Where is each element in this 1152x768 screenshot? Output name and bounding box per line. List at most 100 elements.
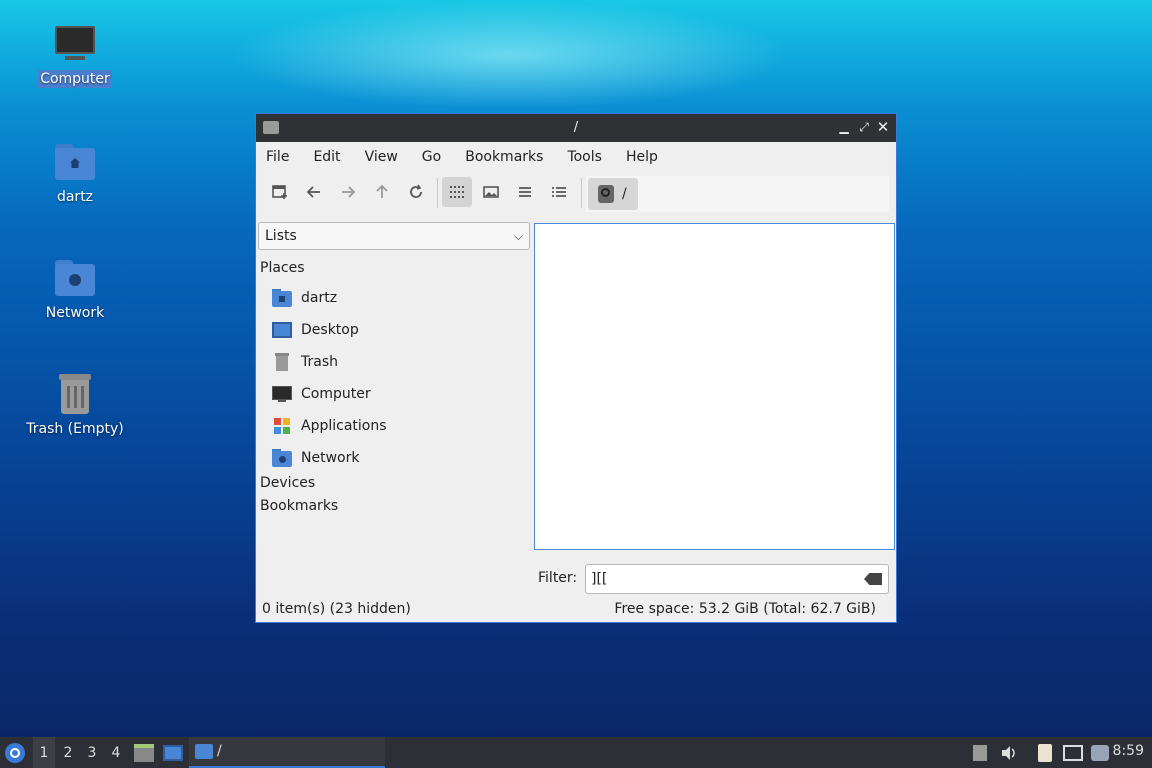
network-folder-icon [53,256,97,300]
clear-text-icon[interactable] [864,573,882,585]
home-folder-icon [53,140,97,184]
desktop-icon [163,744,183,761]
volume-button[interactable] [998,737,1020,768]
menu-help[interactable]: Help [626,149,658,165]
new-tab-button[interactable] [266,178,294,206]
image-icon [483,186,499,198]
close-button[interactable]: ✕ [875,119,891,135]
place-label: Trash [301,354,338,370]
clipboard-icon [1038,743,1052,762]
menu-edit[interactable]: Edit [313,149,340,165]
forward-button[interactable] [334,178,362,206]
start-menu-button[interactable] [0,737,30,768]
back-button[interactable] [300,178,328,206]
desktop-icon-label: dartz [56,189,94,205]
menu-bar: File Edit View Go Bookmarks Tools Help [256,142,896,172]
window-titlebar[interactable]: / ▁ ⤢ ✕ [256,114,896,142]
reload-icon [410,184,422,198]
bookmarks-header[interactable]: Bookmarks [260,498,338,514]
window-title: / [573,120,579,135]
trash-icon [272,353,292,371]
path-button-root[interactable]: / [588,178,638,210]
menu-view[interactable]: View [365,149,398,165]
volume-icon [1002,745,1015,760]
desktop-icon-trash[interactable]: Trash (Empty) [23,372,127,438]
computer-icon [272,385,292,403]
toolbar-separator [581,178,582,208]
trash-icon [53,372,97,416]
place-item-trash[interactable]: Trash [272,350,338,374]
detail-list-icon [552,187,566,197]
menu-go[interactable]: Go [422,149,441,165]
wallpaper-glow [230,0,790,110]
notification-button[interactable] [1088,737,1112,768]
place-item-applications[interactable]: Applications [272,414,387,438]
side-pane: Lists ⌵ Places dartz Desktop Trash Compu… [256,218,532,568]
arrow-left-icon [306,186,320,198]
network-status-button[interactable] [1061,737,1085,768]
removable-media-icon [973,744,987,761]
minimize-button[interactable]: ▁ [836,119,852,135]
places-header[interactable]: Places [260,260,305,276]
taskbar: 1 2 3 4 / 8:59 [0,737,1152,768]
side-pane-mode-select[interactable]: Lists ⌵ [258,222,530,250]
file-manager-window: / ▁ ⤢ ✕ File Edit View Go Bookmarks Tool… [255,113,897,623]
place-item-desktop[interactable]: Desktop [272,318,359,342]
notification-icon [1091,744,1109,761]
drive-icon [598,185,614,203]
menu-tools[interactable]: Tools [567,149,602,165]
detailed-view-button[interactable] [545,178,573,206]
desktop-icon-home[interactable]: dartz [23,140,127,206]
task-button[interactable]: / [189,737,385,768]
status-bar: 0 item(s) (23 hidden) Free space: 53.2 G… [256,598,896,622]
status-item-count: 0 item(s) (23 hidden) [262,601,411,617]
workspace-2[interactable]: 2 [57,737,79,768]
folder-view[interactable] [534,223,895,550]
place-label: Desktop [301,322,359,338]
clipboard-button[interactable] [1034,737,1056,768]
computer-icon [53,22,97,66]
desktop-icon-network[interactable]: Network [23,256,127,322]
place-label: Network [301,450,360,466]
menu-bookmarks[interactable]: Bookmarks [465,149,543,165]
devices-header[interactable]: Devices [260,475,315,491]
status-free-space: Free space: 53.2 GiB (Total: 62.7 GiB) [614,601,876,617]
chevron-down-icon: ⌵ [513,229,523,243]
show-desktop-launcher[interactable] [160,737,186,768]
file-manager-launcher[interactable] [132,737,156,768]
thumbnail-view-button[interactable] [477,178,505,206]
place-item-network[interactable]: Network [272,446,359,470]
task-button-title: / [217,743,222,759]
filter-bar: Filter: ][[ [536,564,892,594]
desktop-icon [272,321,292,339]
applications-icon [272,417,292,435]
place-item-computer[interactable]: Computer [272,382,371,406]
place-label: Computer [301,386,371,402]
filter-label: Filter: [538,570,578,586]
desktop-icon-computer[interactable]: Computer [23,22,127,88]
filter-value: ][[ [591,571,608,587]
clock[interactable]: 8:59 [1113,743,1144,759]
workspace-4[interactable]: 4 [105,737,127,768]
arrow-up-icon [376,184,388,198]
path-label: / [622,186,627,202]
network-folder-icon [272,449,292,467]
network-wired-icon [1063,744,1083,761]
icon-view-button[interactable] [442,177,472,207]
workspace-3[interactable]: 3 [81,737,103,768]
menu-file[interactable]: File [266,149,289,165]
maximize-button[interactable]: ⤢ [856,119,872,135]
side-pane-mode-value: Lists [265,228,297,244]
filter-input[interactable]: ][[ [585,564,889,594]
workspace-1[interactable]: 1 [33,737,55,768]
eject-tray-button[interactable] [970,737,990,768]
up-button[interactable] [368,178,396,206]
list-icon [519,187,531,197]
compact-view-button[interactable] [511,178,539,206]
folder-icon [195,744,213,759]
place-item-home[interactable]: dartz [272,286,337,310]
toolbar-separator [437,178,438,208]
grid-icon [450,186,464,198]
lxqt-logo-icon [5,742,25,763]
reload-button[interactable] [402,178,430,206]
